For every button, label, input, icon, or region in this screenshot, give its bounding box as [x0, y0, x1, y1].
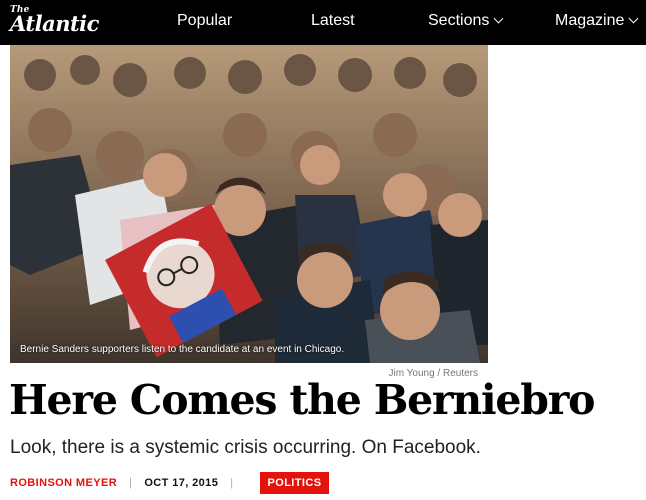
site-logo[interactable]: The Atlantic — [10, 6, 99, 36]
chevron-down-icon — [628, 13, 639, 24]
nav-magazine[interactable]: Magazine — [555, 12, 639, 30]
nav-latest[interactable]: Latest — [311, 12, 355, 30]
byline-separator: | — [230, 477, 234, 489]
publish-date: OCT 17, 2015 — [144, 477, 219, 489]
article-dek: Look, there is a systemic crisis occurri… — [10, 437, 481, 458]
author-link[interactable]: ROBINSON MEYER — [10, 477, 117, 489]
chevron-down-icon — [493, 13, 504, 24]
top-navigation-bar: The Atlantic Popular Latest Sections Mag… — [0, 0, 646, 45]
nav-magazine-label: Magazine — [555, 12, 625, 29]
section-tag-politics[interactable]: POLITICS — [259, 472, 330, 494]
hero-photo-illustration — [10, 45, 488, 363]
hero-image: Bernie Sanders supporters listen to the … — [10, 45, 488, 363]
nav-sections[interactable]: Sections — [428, 12, 504, 30]
nav-latest-label: Latest — [311, 12, 355, 29]
nav-sections-label: Sections — [428, 12, 490, 29]
logo-wordmark: Atlantic — [10, 11, 99, 36]
photo-caption: Bernie Sanders supporters listen to the … — [20, 344, 345, 355]
article-byline: ROBINSON MEYER | OCT 17, 2015 | POLITICS — [10, 472, 330, 494]
byline-separator: | — [129, 477, 133, 489]
nav-popular[interactable]: Popular — [177, 12, 232, 30]
article-headline: Here Comes the Berniebro — [9, 376, 596, 424]
nav-popular-label: Popular — [177, 12, 233, 29]
